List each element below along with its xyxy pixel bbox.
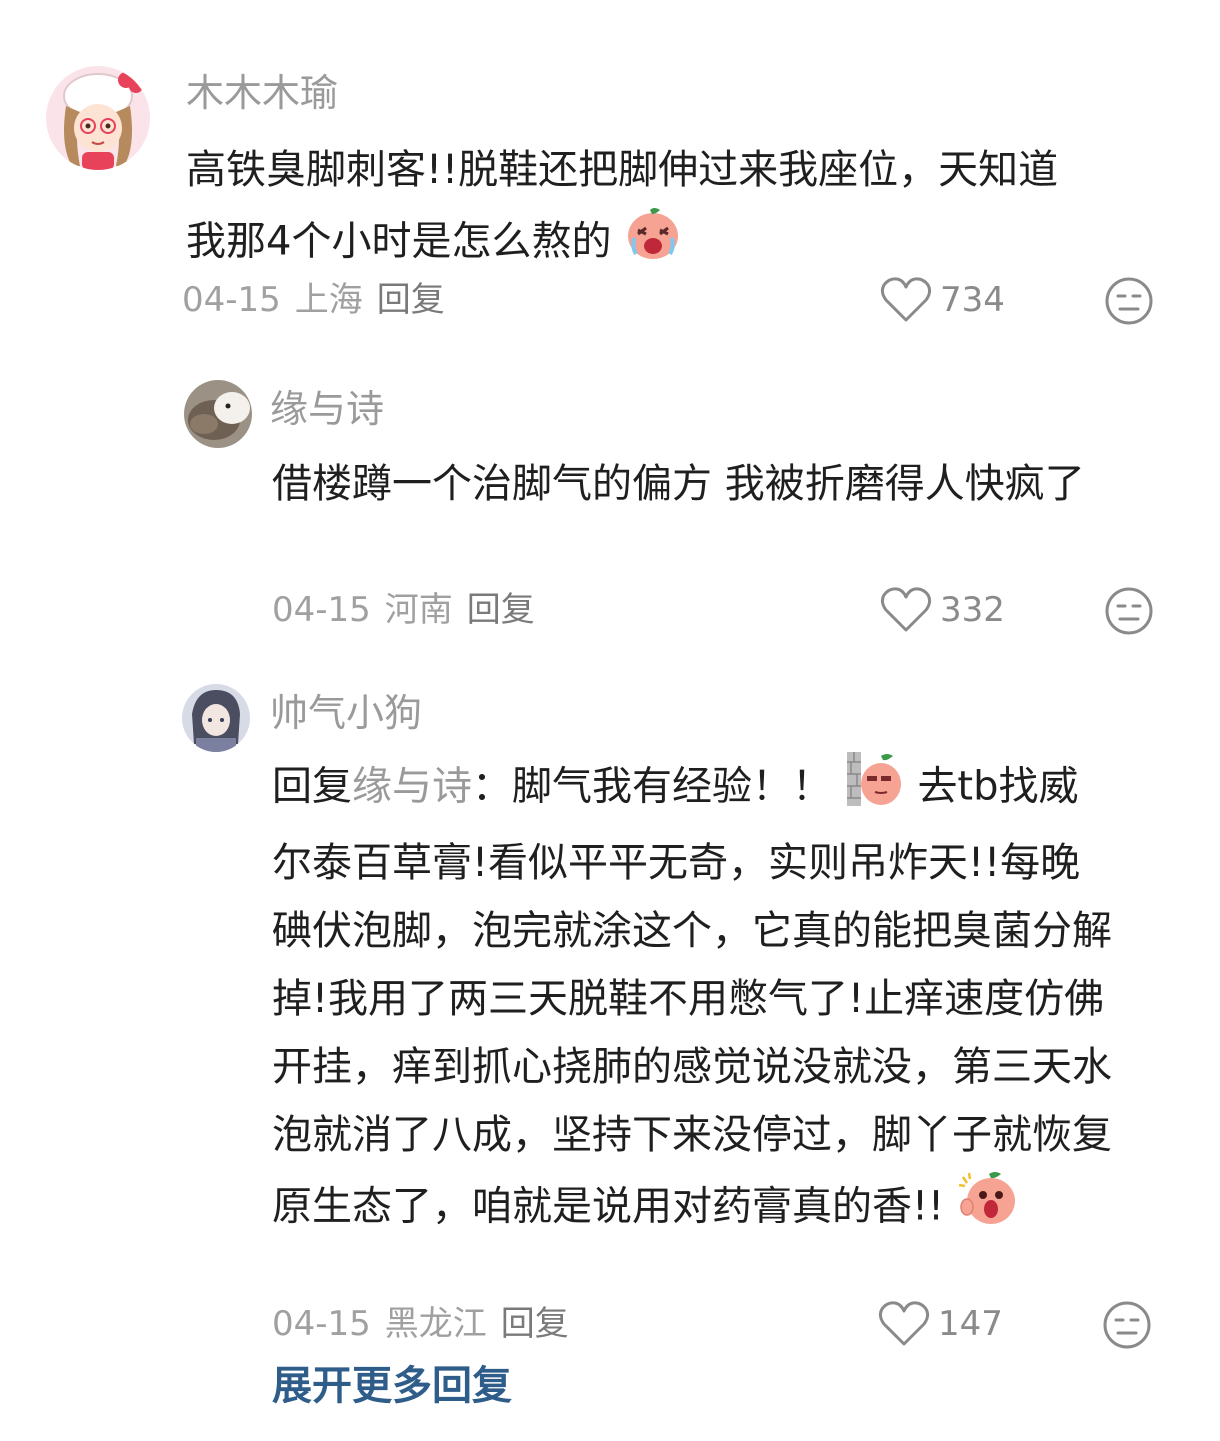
- comment-date: 04-15: [272, 590, 371, 630]
- anime-character-avatar-icon: [182, 684, 250, 752]
- peeking-peach-wall-emoji-icon: [845, 748, 905, 829]
- dislike-button[interactable]: [1104, 276, 1154, 330]
- like-count: 147: [938, 1304, 1003, 1344]
- avatar[interactable]: [182, 684, 250, 752]
- hamster-avatar-icon: [184, 380, 252, 448]
- avatar[interactable]: [184, 380, 252, 448]
- reply-button[interactable]: 回复: [467, 590, 535, 630]
- comment-location: 上海: [294, 280, 363, 320]
- comment-3: 帅气小狗 回复缘与诗：脚气我有经验！！ 去tb找威尔泰百草膏!看似平平无奇，实则…: [0, 660, 1220, 1441]
- comment-meta: 04-15 黑龙江 回复: [272, 1307, 569, 1341]
- comment-body: ：脚气我有经验！！: [472, 763, 832, 810]
- comment-location: 黑龙江: [384, 1304, 487, 1344]
- dislike-button[interactable]: [1102, 1300, 1152, 1354]
- expand-more-replies-button[interactable]: 展开更多回复: [272, 1366, 512, 1406]
- comment-1: 木木木瑜 高铁臭脚刺客!!脱鞋还把脚伸过来我座位，天知道我那4个小时是怎么熬的 …: [0, 0, 1220, 340]
- username[interactable]: 木木木瑜: [186, 74, 338, 112]
- dislike-button[interactable]: [1104, 586, 1154, 640]
- comment-meta: 04-15 河南 回复: [272, 593, 535, 627]
- reply-button[interactable]: 回复: [377, 280, 445, 320]
- comment-date: 04-15: [272, 1304, 371, 1344]
- like-button[interactable]: 147: [878, 1300, 1003, 1348]
- like-button[interactable]: 734: [880, 276, 1005, 324]
- reply-prefix: 回复: [272, 763, 352, 810]
- reply-button[interactable]: 回复: [501, 1304, 569, 1344]
- mention-user[interactable]: 缘与诗: [352, 764, 472, 810]
- heart-outline-icon: [878, 1301, 930, 1346]
- comment-2: 缘与诗 借楼蹲一个治脚气的偏方 我被折磨得人快疯了 04-15 河南 回复 332: [0, 340, 1220, 660]
- comment-body: 高铁臭脚刺客!!脱鞋还把脚伸过来我座位，天知道我那4个小时是怎么熬的: [186, 147, 1059, 265]
- like-count: 332: [940, 590, 1005, 630]
- comment-location: 河南: [384, 590, 453, 630]
- comment-meta: 04-15 上海 回复: [182, 283, 445, 317]
- like-button[interactable]: 332: [880, 586, 1005, 634]
- comment-text: 回复缘与诗：脚气我有经验！！ 去tb找威尔泰百草膏!看似平平无奇，实则吊炸天!!…: [272, 748, 1112, 1248]
- hello-kitty-girl-avatar-icon: [46, 66, 150, 170]
- comment-text: 借楼蹲一个治脚气的偏方 我被折磨得人快疯了: [272, 450, 1132, 518]
- avatar[interactable]: [46, 66, 150, 170]
- heart-outline-icon: [880, 587, 932, 632]
- username[interactable]: 帅气小狗: [270, 694, 422, 732]
- comment-date: 04-15: [182, 280, 281, 320]
- crying-peach-emoji-icon: [624, 204, 682, 283]
- shocked-peach-emoji-icon: [957, 1169, 1019, 1248]
- neutral-face-icon: [1105, 277, 1153, 325]
- username[interactable]: 缘与诗: [270, 390, 384, 428]
- heart-outline-icon: [880, 277, 932, 322]
- neutral-face-icon: [1103, 1301, 1151, 1349]
- neutral-face-icon: [1105, 587, 1153, 635]
- like-count: 734: [940, 280, 1005, 320]
- comment-body-continued: 去tb找威尔泰百草膏!看似平平无奇，实则吊炸天!!每晚碘伏泡脚，泡完就涂这个，它…: [272, 763, 1112, 1230]
- comment-text: 高铁臭脚刺客!!脱鞋还把脚伸过来我座位，天知道我那4个小时是怎么熬的: [186, 136, 1086, 283]
- comment-body: 借楼蹲一个治脚气的偏方 我被折磨得人快疯了: [272, 461, 1085, 507]
